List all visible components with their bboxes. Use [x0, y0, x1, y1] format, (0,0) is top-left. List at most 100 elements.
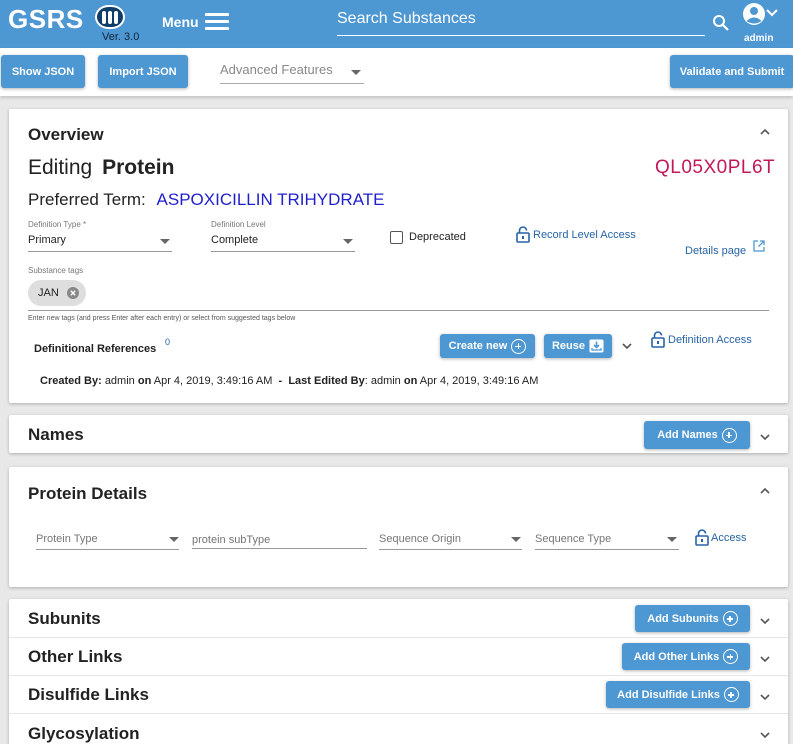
edited-date: Apr 4, 2019, 3:49:16 AM: [419, 375, 539, 387]
definition-type-select[interactable]: Primary: [28, 234, 66, 246]
tag-chip-label: JAN: [38, 287, 59, 299]
add-disulfide-links-button[interactable]: Add Disulfide Links: [606, 681, 750, 708]
reuse-label: Reuse: [551, 340, 586, 352]
create-new-label: Create new: [448, 340, 508, 352]
definitional-references-label: Definitional References: [34, 343, 157, 355]
definition-level-select[interactable]: Complete: [211, 234, 258, 246]
gsrs-logo[interactable]: GSRS: [8, 4, 84, 35]
top-navbar: GSRS Ver. 3.0 Menu admin: [0, 0, 793, 48]
show-json-button[interactable]: Show JSON: [1, 55, 85, 88]
search-bar: [337, 6, 705, 36]
remove-tag-icon[interactable]: [66, 287, 79, 299]
search-input[interactable]: [337, 6, 705, 32]
preferred-term-row: Preferred Term: ASPOXICILLIN TRIHYDRATE: [28, 190, 385, 210]
lock-icon[interactable]: [651, 331, 665, 348]
add-circle-icon: [511, 338, 527, 354]
add-disulfide-links-label: Add Disulfide Links: [617, 688, 720, 701]
details-page-link[interactable]: Details page: [685, 245, 746, 257]
protein-details-title: Protein Details: [28, 484, 148, 503]
section-divider: [9, 637, 788, 638]
subunits-title: Subunits: [28, 609, 101, 628]
dropdown-caret-icon: [160, 239, 170, 244]
menu-label[interactable]: Menu: [162, 14, 199, 30]
chevron-up-icon[interactable]: [760, 486, 770, 496]
user-name: admin: [744, 33, 774, 44]
edited-on-label: on: [403, 375, 418, 387]
created-on-label: on: [137, 375, 152, 387]
lock-icon[interactable]: [695, 529, 709, 546]
field-underline: [211, 251, 355, 252]
sequence-origin-select[interactable]: Sequence Origin: [379, 533, 461, 545]
edited-by-label: Last Edited By: [288, 375, 365, 387]
edited-colon: :: [364, 375, 368, 387]
preferred-term-value[interactable]: ASPOXICILLIN TRIHYDRATE: [157, 190, 385, 209]
section-divider: [9, 675, 788, 676]
add-other-links-button[interactable]: Add Other Links: [622, 643, 750, 670]
overview-card: Overview Editing Protein QL05X0PL6T Pref…: [9, 109, 788, 403]
chevron-down-icon[interactable]: [622, 341, 632, 351]
add-subunits-button[interactable]: Add Subunits: [635, 605, 750, 632]
add-circle-icon: [723, 649, 739, 664]
tags-underline: [28, 310, 769, 311]
reuse-reference-button[interactable]: Reuse: [544, 334, 612, 358]
protein-access-link[interactable]: Access: [711, 532, 746, 544]
validate-submit-button[interactable]: Validate and Submit: [670, 55, 793, 88]
protein-sections-card: Subunits Add Subunits Other Links Add Ot…: [9, 599, 788, 744]
preferred-term-label: Preferred Term:: [28, 190, 146, 209]
definitional-references-count: 0: [165, 337, 171, 347]
add-names-button[interactable]: Add Names: [644, 421, 750, 449]
add-names-label: Add Names: [657, 429, 718, 441]
editing-type: Protein: [102, 156, 175, 179]
add-circle-icon: [723, 687, 739, 702]
dropdown-caret-icon: [511, 537, 521, 542]
glycosylation-title: Glycosylation: [28, 724, 140, 743]
field-underline: [379, 549, 522, 550]
add-other-links-label: Add Other Links: [633, 650, 720, 663]
field-underline: [36, 549, 179, 550]
created-by-user: admin: [104, 375, 135, 387]
import-json-button[interactable]: Import JSON: [98, 55, 188, 88]
protein-type-select[interactable]: Protein Type: [36, 533, 98, 545]
add-subunits-label: Add Subunits: [647, 612, 719, 625]
deprecated-checkbox[interactable]: [390, 231, 403, 244]
logo-badge-icon: [95, 5, 125, 29]
search-icon[interactable]: [712, 14, 730, 32]
open-external-icon[interactable]: [753, 240, 765, 252]
download-box-icon: [589, 339, 604, 353]
action-toolbar: Show JSON Import JSON Advanced Features …: [0, 48, 793, 96]
chevron-down-icon[interactable]: [760, 616, 770, 626]
advanced-features-select[interactable]: Advanced Features: [220, 62, 364, 84]
substance-code: QL05X0PL6T: [655, 157, 776, 178]
dropdown-caret-icon: [351, 70, 361, 75]
tag-chip[interactable]: JAN: [28, 280, 86, 306]
dropdown-caret-icon: [667, 537, 677, 542]
definition-access-link[interactable]: Definition Access: [668, 334, 752, 346]
editing-heading: Editing Protein: [28, 156, 174, 180]
version-label: Ver. 3.0: [102, 31, 140, 43]
editing-prefix: Editing: [28, 156, 93, 179]
deprecated-label: Deprecated: [409, 231, 466, 243]
names-card: Names Add Names: [9, 415, 788, 453]
substance-tags-label: Substance tags: [28, 266, 84, 275]
protein-details-card: Protein Details Protein Type Sequence Or…: [9, 467, 788, 587]
sequence-type-select[interactable]: Sequence Type: [535, 533, 611, 545]
chevron-down-icon[interactable]: [760, 432, 770, 442]
account-circle-icon[interactable]: [742, 2, 766, 26]
chevron-down-icon[interactable]: [760, 654, 770, 664]
overview-title: Overview: [28, 125, 104, 144]
names-title: Names: [28, 425, 84, 444]
create-new-reference-button[interactable]: Create new: [440, 334, 535, 358]
field-underline: [535, 549, 679, 550]
record-level-access-link[interactable]: Record Level Access: [533, 229, 636, 241]
chevron-down-icon[interactable]: [760, 692, 770, 702]
protein-subtype-input[interactable]: [192, 531, 367, 549]
chevron-down-icon[interactable]: [760, 730, 770, 740]
created-by-label: Created By:: [40, 375, 102, 387]
chevron-up-icon[interactable]: [760, 127, 770, 137]
chevron-down-icon[interactable]: [766, 8, 778, 18]
edited-by-user: admin: [370, 375, 401, 387]
section-divider: [9, 713, 788, 714]
hamburger-menu-icon[interactable]: [205, 13, 229, 31]
lock-icon[interactable]: [516, 226, 530, 243]
dropdown-caret-icon: [169, 537, 179, 542]
